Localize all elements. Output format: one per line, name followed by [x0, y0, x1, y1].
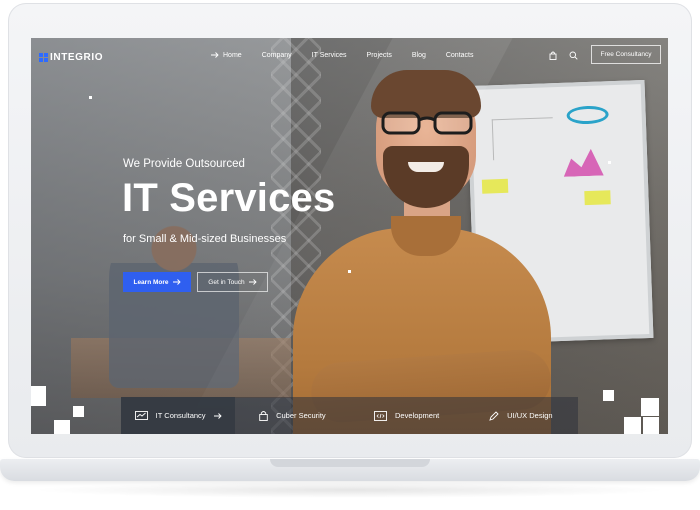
nav-item-home[interactable]: Home	[211, 52, 242, 59]
bag-icon[interactable]	[549, 51, 557, 60]
pen-icon	[489, 410, 499, 421]
search-icon[interactable]	[569, 51, 578, 60]
arrow-right-icon	[213, 412, 222, 419]
service-cyber-security[interactable]: Cuber Security	[235, 397, 349, 434]
decorative-square	[624, 417, 641, 434]
whiteboard-scribble	[566, 105, 609, 125]
decorative-square	[641, 398, 659, 416]
hero-subtitle: for Small & Mid-sized Businesses	[123, 233, 287, 245]
laptop-shadow	[30, 482, 670, 498]
laptop-notch	[270, 459, 430, 467]
sticky-note	[481, 178, 509, 194]
button-label: Learn More	[133, 278, 169, 286]
nav-item-blog[interactable]: Blog	[412, 52, 426, 59]
decorative-square	[73, 406, 84, 417]
main-nav: Home Company IT Services Projects Blog C…	[211, 48, 473, 62]
website-screen: INTEGRIO Home Company IT Services Projec…	[31, 38, 668, 434]
decorative-square	[54, 420, 70, 434]
learn-more-button[interactable]: Learn More	[123, 272, 191, 292]
brand-logo[interactable]: INTEGRIO	[39, 50, 103, 64]
nav-item-contacts[interactable]: Contacts	[446, 52, 474, 59]
chart-monitor-icon	[134, 410, 148, 420]
nav-item-label: Home	[223, 51, 242, 59]
nav-item-label: IT Services	[311, 51, 347, 59]
whiteboard-lines	[491, 117, 555, 161]
man-smile	[408, 162, 444, 172]
free-consultancy-button[interactable]: Free Consultancy	[591, 45, 661, 64]
service-ui-ux-design[interactable]: UI/UX Design	[464, 397, 578, 434]
arrow-right-icon	[248, 279, 257, 285]
decorative-square	[31, 386, 46, 406]
service-it-consultancy[interactable]: IT Consultancy	[121, 397, 236, 434]
decorative-square	[643, 417, 659, 434]
hero-title: IT Services	[122, 176, 336, 220]
arrow-right-icon	[172, 279, 181, 285]
arrow-right-icon	[211, 52, 219, 58]
glasses-icon	[381, 111, 473, 135]
nav-item-label: Projects	[366, 51, 392, 59]
decorative-dot	[89, 96, 92, 99]
decorative-dot	[348, 270, 351, 273]
whiteboard-chart	[563, 145, 604, 176]
nav-item-label: Company	[261, 51, 292, 59]
service-label: IT Consultancy	[155, 411, 206, 420]
code-icon	[374, 410, 387, 421]
decorative-square	[603, 390, 614, 401]
nav-item-company[interactable]: Company	[262, 52, 292, 59]
nav-item-label: Contacts	[445, 51, 474, 59]
nav-icons	[549, 48, 578, 62]
service-label: Development	[395, 411, 440, 420]
decorative-dot	[608, 161, 611, 164]
nav-item-it-services[interactable]: IT Services	[312, 52, 347, 59]
button-label: Get in Touch	[208, 278, 245, 286]
nav-item-label: Blog	[411, 51, 426, 59]
services-bar: IT Consultancy Cuber Security Developmen…	[121, 397, 578, 434]
service-label: Cuber Security	[276, 411, 326, 420]
logo-mark-icon	[39, 52, 48, 62]
sticky-note	[584, 190, 611, 206]
service-development[interactable]: Development	[350, 397, 464, 434]
hero-eyebrow: We Provide Outsourced	[123, 158, 245, 170]
get-in-touch-button[interactable]: Get in Touch	[197, 272, 268, 292]
service-label: UI/UX Design	[507, 411, 553, 420]
brand-name: INTEGRIO	[50, 51, 104, 63]
lock-icon	[259, 411, 268, 421]
nav-item-projects[interactable]: Projects	[367, 52, 392, 59]
